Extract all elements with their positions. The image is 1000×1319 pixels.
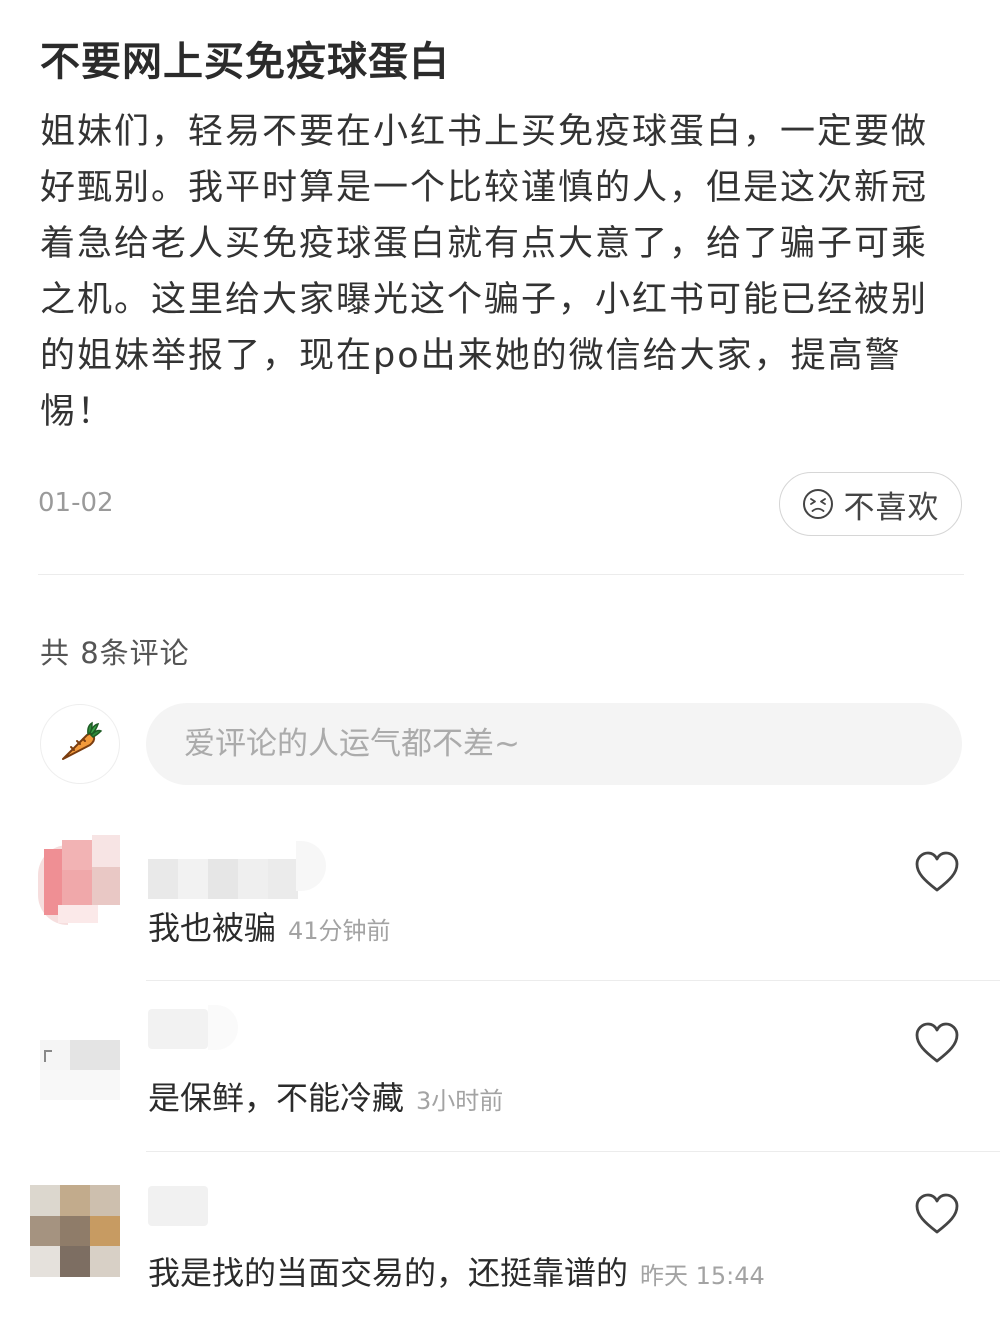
- comment-username[interactable]: [148, 1186, 208, 1226]
- avatar[interactable]: [38, 835, 120, 925]
- comment-divider: [146, 1151, 1000, 1152]
- dislike-label: 不喜欢: [843, 489, 940, 526]
- comment-text: 我也被骗: [148, 909, 277, 947]
- heart-outline-icon[interactable]: [914, 1192, 960, 1236]
- heart-outline-icon[interactable]: [914, 850, 960, 894]
- comment-input[interactable]: [146, 703, 962, 785]
- dislike-button[interactable]: 不喜欢: [779, 472, 962, 536]
- comment-count: 共 8条评论: [40, 636, 190, 670]
- avatar[interactable]: [30, 1185, 120, 1277]
- comment-username[interactable]: [148, 1009, 208, 1049]
- comment-text: 是保鲜，不能冷藏: [148, 1079, 405, 1117]
- comment-body: 是保鲜，不能冷藏 3小时前: [148, 1073, 503, 1119]
- post-body: 姐妹们，轻易不要在小红书上买免疫球蛋白，一定要做好甄别。我平时算是一个比较谨慎的…: [40, 112, 929, 432]
- comment-text: 我是找的当面交易的，还挺靠谱的: [148, 1254, 629, 1292]
- avatar[interactable]: [38, 1030, 120, 1120]
- heart-outline-icon[interactable]: [914, 1021, 960, 1065]
- frown-face-icon: [802, 488, 834, 520]
- section-divider: [38, 574, 964, 575]
- comment-time: 41分钟前: [288, 917, 391, 945]
- comment-item: 我也被骗 41分钟前: [0, 835, 1000, 981]
- comment-time: 3小时前: [416, 1087, 504, 1115]
- post-title: 不要网上买免疫球蛋白: [40, 39, 450, 85]
- comment-time: 昨天 15:44: [640, 1262, 765, 1290]
- comment-item: 我是找的当面交易的，还挺靠谱的 昨天 15:44: [0, 1180, 1000, 1300]
- comment-username[interactable]: [148, 859, 298, 899]
- post-detail-page: 不要网上买免疫球蛋白 姐妹们，轻易不要在小红书上买免疫球蛋白，一定要做好甄别。我…: [0, 0, 1000, 1319]
- comment-divider: [146, 980, 1000, 981]
- my-avatar[interactable]: [40, 704, 120, 784]
- comment-body: 我也被骗 41分钟前: [148, 903, 391, 949]
- carrot-icon: [57, 719, 103, 769]
- comment-body: 我是找的当面交易的，还挺靠谱的 昨天 15:44: [148, 1248, 765, 1294]
- comment-item: 是保鲜，不能冷藏 3小时前: [0, 1005, 1000, 1152]
- post-date: 01-02: [38, 488, 114, 518]
